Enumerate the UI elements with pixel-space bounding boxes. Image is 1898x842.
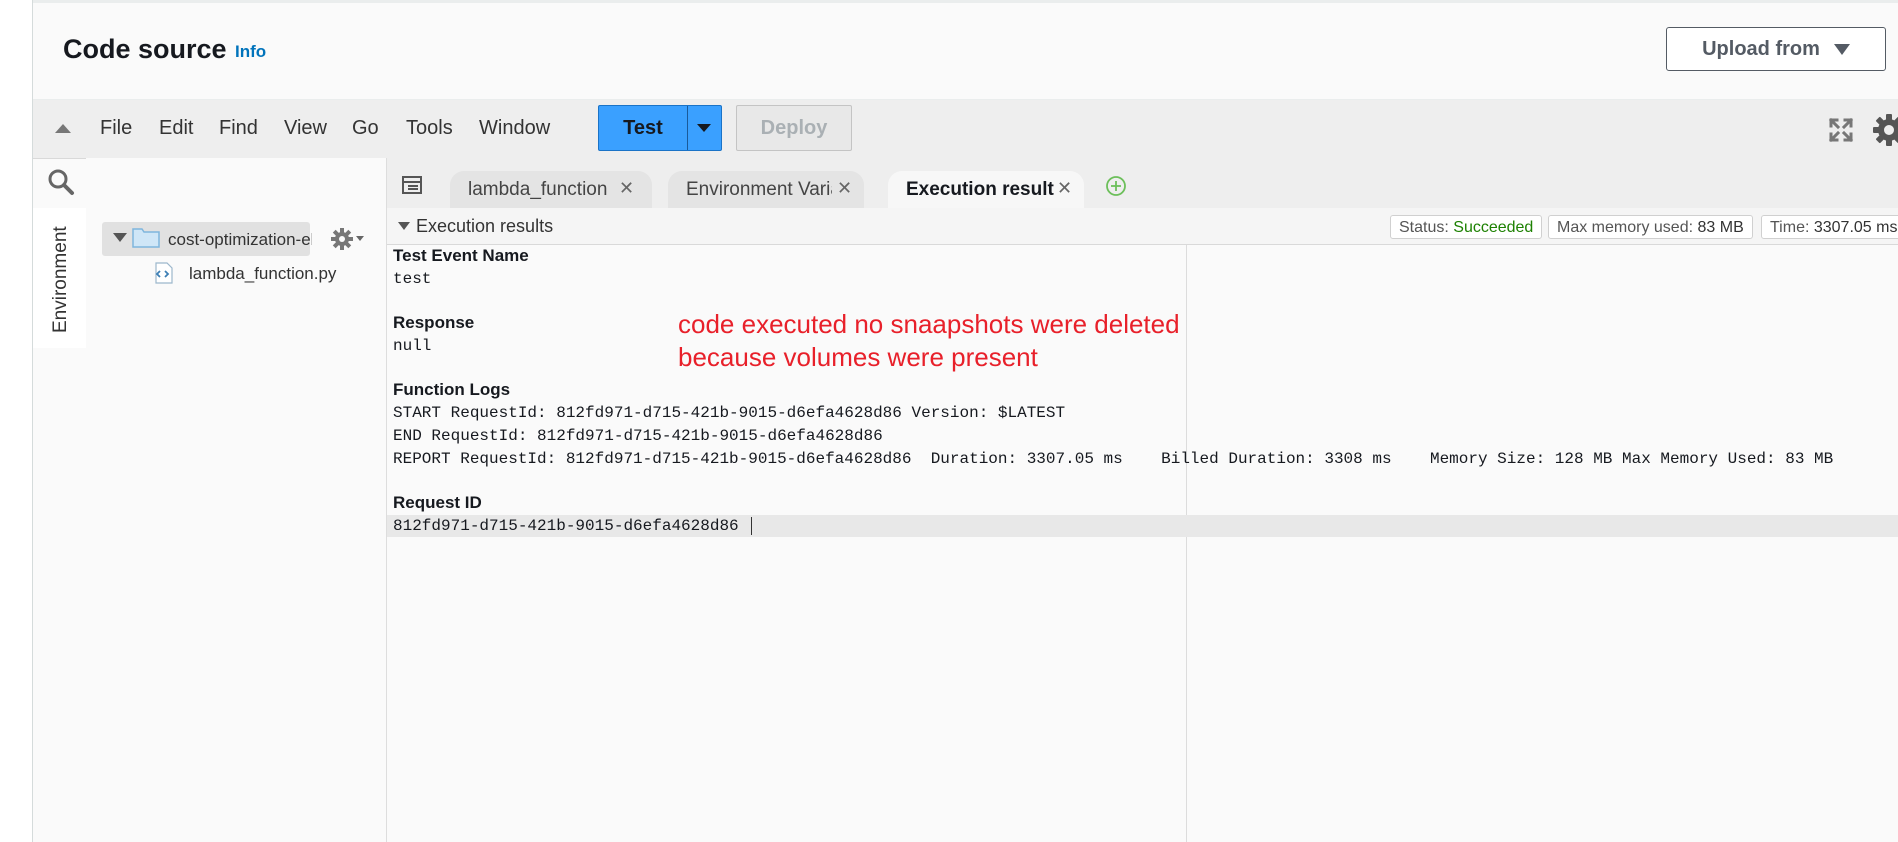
status-badge: Status: Succeeded [1390,215,1543,239]
upload-from-label: Upload from [1702,37,1820,60]
max-memory-badge: Max memory used: 83 MB [1548,215,1753,239]
gear-icon[interactable] [330,227,354,251]
file-tree-item-lambda[interactable]: lambda_function.py [189,264,336,284]
test-button-divider [687,106,688,150]
close-icon[interactable]: ✕ [837,178,852,199]
close-icon[interactable]: ✕ [619,178,634,199]
folder-name[interactable]: cost-optimization-ebs-snapshots [168,230,312,250]
collapse-results-icon[interactable] [398,222,410,230]
test-event-name-heading: Test Event Name [393,246,529,265]
tab-environment-variables[interactable]: Environment Variables ✕ [668,171,864,208]
menu-file[interactable]: File [100,117,132,140]
info-link[interactable]: Info [235,42,266,62]
tab-label: lambda_function.py [468,179,608,200]
page-title: Code source [63,34,227,64]
collapse-up-icon[interactable] [55,124,71,133]
execution-results-title: Execution results [416,216,554,236]
settings-gear-icon[interactable] [1871,112,1898,148]
tab-label: Environment Variables [686,179,832,200]
tab-list-icon[interactable] [400,174,424,196]
log-line: START RequestId: 812fd971-d715-421b-9015… [393,404,1066,422]
memory-label: Max memory used: [1557,219,1694,236]
fullscreen-icon[interactable] [1828,117,1854,143]
annotation-line: because volumes were present [678,342,1038,372]
menu-window[interactable]: Window [479,117,550,140]
log-line: REPORT RequestId: 812fd971-d715-421b-901… [393,450,1834,468]
search-icon[interactable] [47,168,75,196]
test-dropdown-icon[interactable] [697,124,711,132]
time-label: Time: [1770,219,1810,236]
tab-label: Execution results [906,179,1054,200]
environment-tab-label: Environment [50,226,71,333]
response-value: null [393,337,432,355]
menu-go[interactable]: Go [352,117,379,140]
test-button-label: Test [623,117,663,139]
tab-execution-results[interactable]: Execution results ✕ [888,171,1084,208]
file-tree-panel [86,158,387,842]
menu-view[interactable]: View [284,117,327,140]
caret-down-icon [1833,43,1850,55]
menu-edit[interactable]: Edit [159,117,193,140]
memory-value: 83 MB [1697,219,1744,236]
annotation-line: code executed no snaapshots were deleted [678,309,1180,339]
request-id-heading: Request ID [393,493,482,512]
gear-dropdown-icon[interactable] [356,236,364,241]
menu-find[interactable]: Find [219,117,258,140]
request-id-value[interactable]: 812fd971-d715-421b-9015-d6efa4628d86 [393,517,739,535]
time-badge: Time: 3307.05 ms [1761,215,1898,239]
python-file-icon [155,262,173,284]
status-label: Status: [1399,219,1449,236]
tree-expand-icon[interactable] [113,233,127,242]
deploy-button[interactable]: Deploy [736,105,852,151]
ide-menubar: File Edit Find View Go Tools Window Test… [33,100,1898,159]
test-button[interactable]: Test [598,105,722,151]
upload-from-button[interactable]: Upload from [1666,27,1886,71]
left-page-strip [0,0,33,842]
close-icon[interactable]: ✕ [1057,178,1072,199]
print-margin-line [1186,245,1187,842]
menu-tools[interactable]: Tools [406,117,453,140]
response-heading: Response [393,313,475,332]
text-cursor [751,517,752,535]
annotation-text: code executed no snaapshots were deleted… [678,308,1180,374]
function-logs-heading: Function Logs [393,380,511,399]
tab-lambda-function[interactable]: lambda_function.py ✕ [450,171,652,208]
code-source-header: Code source Info Upload from [33,3,1898,100]
test-event-name-value: test [393,270,432,288]
add-tab-icon[interactable] [1105,175,1127,197]
log-line: END RequestId: 812fd971-d715-421b-9015-d… [393,427,883,445]
time-value: 3307.05 ms [1813,219,1898,236]
status-value: Succeeded [1453,219,1534,236]
folder-icon [132,228,160,248]
